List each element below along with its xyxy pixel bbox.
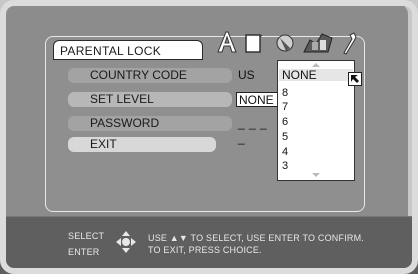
help-instruction-line1: USE ▲▼ TO SELECT, USE ENTER TO CONFIRM. [148,233,364,243]
menu-item-country-code[interactable]: COUNTRY CODE [68,68,232,83]
parental-icon[interactable] [302,28,334,54]
menu-item-label: PASSWORD [90,116,160,130]
menu-item-set-level[interactable]: SET LEVEL [68,92,232,107]
dropdown-option[interactable]: 4 [282,146,288,158]
level-dropdown[interactable]: NONE 8 7 6 5 4 3 [277,60,355,181]
menu-item-label: EXIT [90,137,117,151]
password-field[interactable]: _ _ _ _ [238,116,278,145]
exit-button[interactable]: EXIT [68,137,216,152]
country-code-value[interactable]: US [238,68,278,83]
settings-wrench-icon[interactable] [340,31,360,55]
dropdown-option[interactable]: 7 [282,101,288,113]
screen-icon[interactable] [244,33,264,55]
menu-item-label: SET LEVEL [90,92,154,106]
speaker-icon[interactable] [274,32,296,54]
scroll-up-arrow-icon[interactable] [312,63,320,67]
enter-label: ENTER [68,247,100,257]
menu-item-label: COUNTRY CODE [90,68,187,82]
menu-tab-icons [202,28,362,56]
dropdown-option[interactable]: 6 [282,116,288,128]
dropdown-option[interactable]: 3 [282,160,288,172]
pointer-cursor-icon [348,72,362,86]
set-level-value[interactable]: NONE [236,92,278,107]
remote-nav-icon [116,231,136,253]
dropdown-selected-option[interactable]: NONE [279,69,353,81]
page-title: PARENTAL LOCK [53,40,203,60]
audio-a-icon[interactable] [216,30,238,54]
scroll-down-arrow-icon[interactable] [312,173,320,177]
dropdown-option[interactable]: 8 [282,87,288,99]
menu-item-password[interactable]: PASSWORD [68,116,232,131]
dropdown-option[interactable]: 5 [282,131,288,143]
select-label: SELECT [68,231,105,241]
help-instruction-line2: TO EXIT, PRESS CHOICE. [148,245,262,255]
